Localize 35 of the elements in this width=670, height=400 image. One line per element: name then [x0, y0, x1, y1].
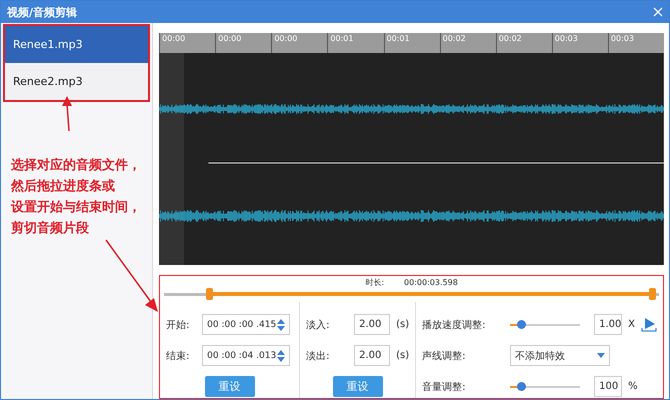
setting-label: 音量调整:	[422, 380, 467, 394]
setting-label: 声线调整:	[422, 350, 467, 362]
spinner-icon[interactable]	[277, 350, 286, 362]
duration-value: 00:00:03.598	[404, 278, 458, 286]
fade-field[interactable]: 2.00	[354, 314, 390, 335]
field-label: 淡出:	[306, 350, 331, 362]
time-field[interactable]: 00 :00 :04 .013	[202, 345, 290, 366]
annotation-text: 设置开始与结束时间，	[11, 199, 141, 217]
unit-label: X	[628, 319, 635, 330]
slider-thumb[interactable]	[516, 382, 526, 390]
unit-label: (s)	[396, 350, 410, 361]
setting-label: 播放速度调整:	[422, 318, 487, 332]
trim-slider[interactable]	[164, 288, 659, 302]
close-icon[interactable]	[653, 7, 663, 17]
caret-icon	[597, 353, 606, 358]
unit-label: %	[628, 381, 638, 392]
slider-thumb[interactable]	[516, 320, 526, 328]
voice-dropdown[interactable]: 不添加特效	[510, 345, 610, 366]
time-field[interactable]: 00 :00 :00 .415	[202, 314, 290, 335]
value-field[interactable]: 100	[594, 376, 622, 397]
window-title: 视频/音频剪辑	[7, 4, 78, 20]
value-field[interactable]: 1.00	[594, 314, 622, 335]
file-item[interactable]: Renee1.mp3	[5, 26, 148, 63]
file-item[interactable]: Renee2.mp3	[5, 63, 148, 100]
fade-field[interactable]: 2.00	[354, 345, 390, 366]
field-label: 淡入:	[306, 318, 331, 332]
unit-label: (s)	[396, 319, 410, 330]
spinner-icon[interactable]	[277, 318, 286, 330]
end-handle[interactable]	[648, 288, 656, 300]
annotation-text: 选择对应的音频文件，	[11, 156, 141, 175]
annotation-text: 剪切音频片段	[11, 220, 89, 238]
annotation-text: 然后拖拉进度条或	[11, 178, 115, 196]
start-handle[interactable]	[206, 288, 213, 300]
play-icon[interactable]	[641, 317, 657, 332]
duration-label: 时长:	[365, 276, 384, 288]
